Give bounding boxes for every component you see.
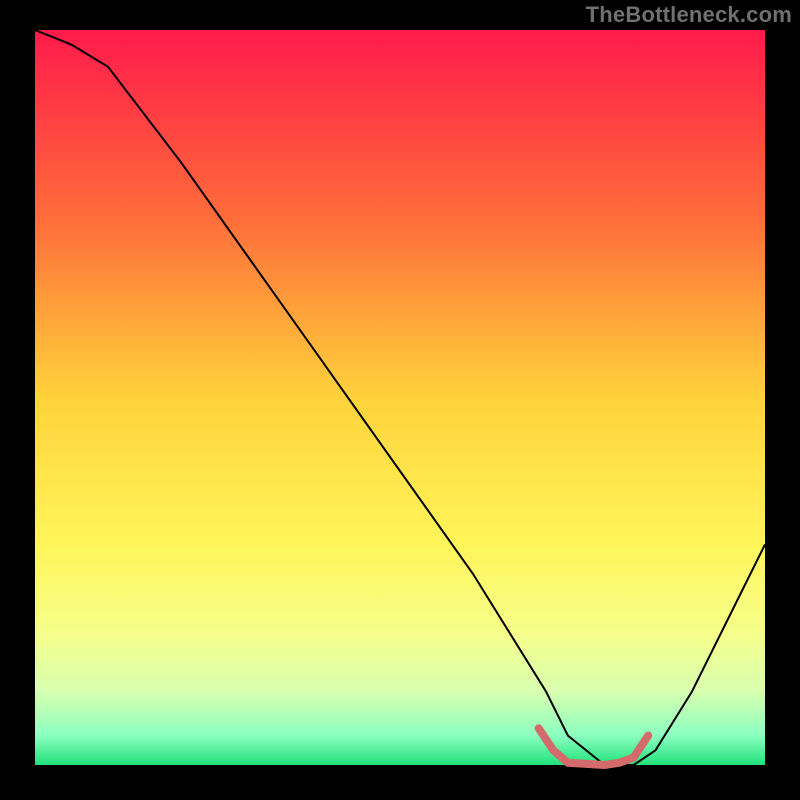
chart-frame: TheBottleneck.com bbox=[0, 0, 800, 800]
bottleneck-chart bbox=[0, 0, 800, 800]
